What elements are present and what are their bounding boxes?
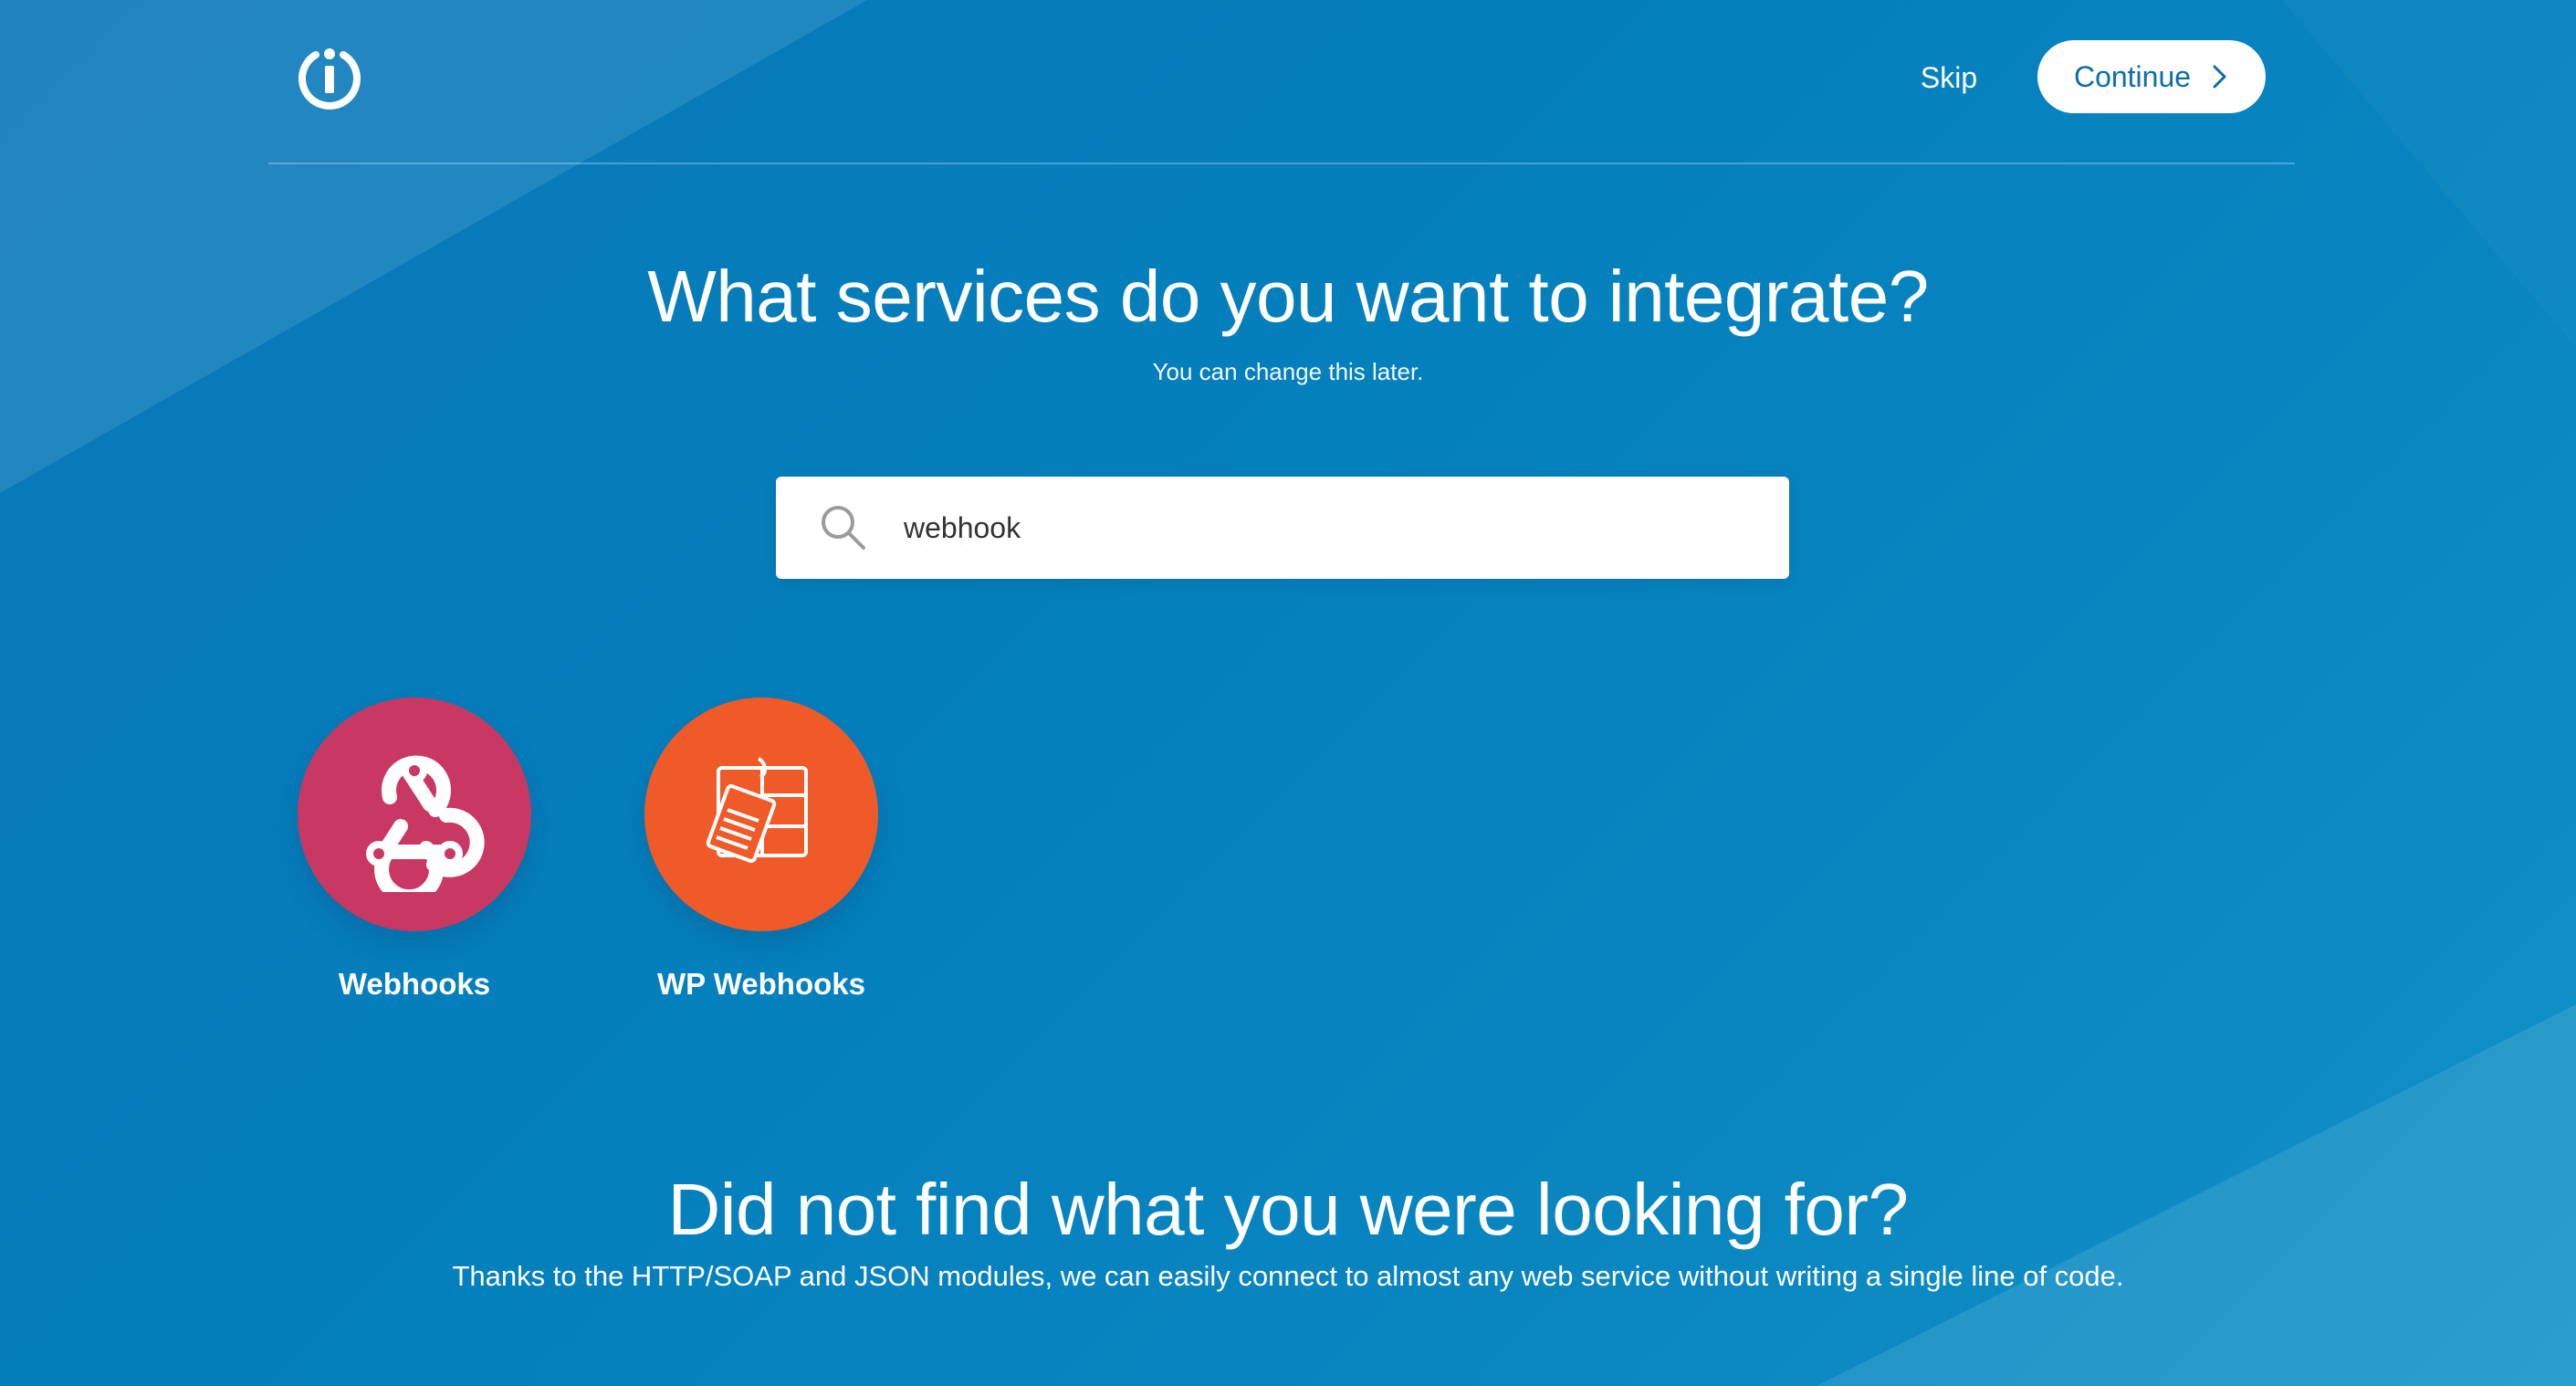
service-webhooks[interactable]: Webhooks: [277, 698, 551, 1003]
page-subtitle: You can change this later.: [1152, 358, 1424, 385]
header-divider: [268, 163, 2295, 164]
webhook-icon: [366, 755, 485, 892]
page-title: What services do you want to integrate?: [647, 256, 1929, 337]
service-webhooks-tile[interactable]: [298, 698, 531, 931]
continue-button[interactable]: Continue: [2037, 40, 2266, 113]
search-box[interactable]: [776, 477, 1789, 579]
service-wp-webhooks-tile[interactable]: [644, 698, 878, 931]
footer-text: Thanks to the HTTP/SOAP and JSON modules…: [452, 1260, 2124, 1292]
chevron-right-icon: [2213, 65, 2226, 89]
wp-webhooks-icon: [706, 757, 808, 863]
service-label: WP Webhooks: [657, 967, 865, 1001]
search-input[interactable]: [904, 500, 1744, 555]
continue-button-label: Continue: [2073, 59, 2192, 93]
integromat-logo-icon[interactable]: [296, 42, 363, 110]
footer-title: Did not find what you were looking for?: [667, 1169, 1909, 1250]
service-wp-webhooks[interactable]: WP Webhooks: [624, 698, 898, 1003]
service-label: Webhooks: [338, 967, 491, 1001]
skip-link[interactable]: Skip: [1908, 55, 1990, 100]
search-icon: [822, 506, 865, 550]
